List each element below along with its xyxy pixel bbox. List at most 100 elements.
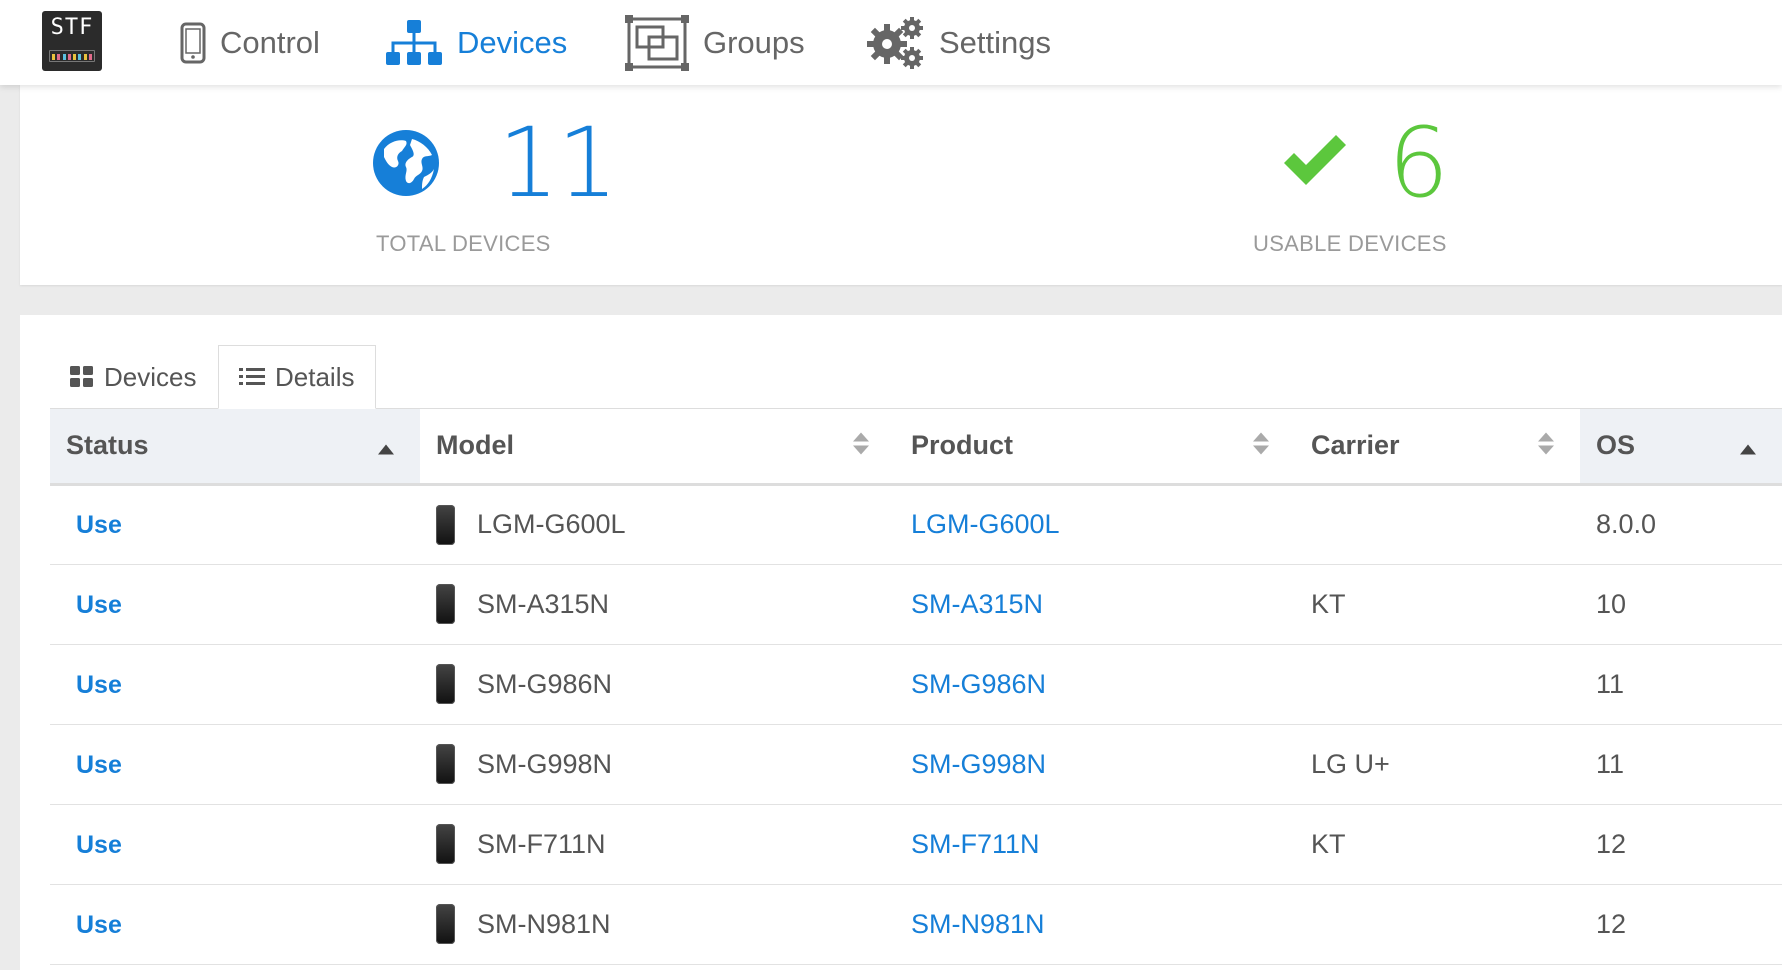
sort-icon bbox=[1253, 430, 1269, 461]
column-header-label: OS bbox=[1596, 430, 1636, 461]
phone-icon bbox=[436, 824, 455, 864]
product-link[interactable]: LGM-G600L bbox=[911, 509, 1060, 539]
tab-details[interactable]: Details bbox=[218, 345, 376, 409]
total-devices-label: TOTAL DEVICES bbox=[376, 231, 551, 256]
table-row: Use SM-G998N SM-G998N LG U+ 11 bbox=[50, 724, 1782, 805]
table-row: Use SM-G986N SM-G986N 11 bbox=[50, 644, 1782, 725]
globe-icon bbox=[372, 129, 440, 202]
product-link[interactable]: SM-F711N bbox=[911, 829, 1040, 859]
model-cell: SM-F711N bbox=[420, 804, 895, 885]
status-cell: Use bbox=[50, 564, 420, 645]
model-name: SM-F711N bbox=[477, 828, 606, 859]
product-cell: SM-G998N bbox=[895, 724, 1295, 805]
sort-asc-icon bbox=[1740, 430, 1756, 461]
status-cell: Use bbox=[50, 644, 420, 725]
model-cell: SM-N981N bbox=[420, 884, 895, 965]
top-navbar: STF Control Devices Groups Settings bbox=[0, 0, 1782, 85]
grid-icon bbox=[70, 366, 94, 388]
column-header-product[interactable]: Product bbox=[895, 409, 1295, 486]
sitemap-icon bbox=[385, 19, 443, 67]
table-row: Use LGM-G600L LGM-G600L 8.0.0 bbox=[50, 484, 1782, 565]
product-cell: SM-N981N bbox=[895, 884, 1295, 965]
phone-icon bbox=[436, 664, 455, 704]
os-cell: 11 bbox=[1580, 644, 1782, 725]
carrier-cell: KT bbox=[1295, 804, 1580, 885]
model-cell: SM-G986N bbox=[420, 644, 895, 725]
list-icon bbox=[239, 367, 265, 387]
column-header-label: Product bbox=[911, 430, 1014, 461]
product-link[interactable]: SM-G986N bbox=[911, 669, 1046, 699]
use-device-button[interactable]: Use bbox=[66, 751, 122, 779]
column-header-label: Carrier bbox=[1311, 430, 1400, 461]
carrier-cell bbox=[1295, 884, 1580, 965]
nav-devices[interactable]: Devices bbox=[385, 0, 567, 85]
device-table: Status Model Product Carrier OS Use LGM-… bbox=[50, 409, 1782, 965]
object-group-icon bbox=[625, 14, 689, 71]
usable-devices-label: USABLE DEVICES bbox=[1253, 231, 1447, 256]
carrier-cell bbox=[1295, 644, 1580, 725]
phone-icon bbox=[436, 904, 455, 944]
total-devices-count: 11 bbox=[498, 107, 618, 219]
table-row: Use SM-A315N SM-A315N KT 10 bbox=[50, 564, 1782, 645]
use-device-button[interactable]: Use bbox=[66, 671, 122, 699]
product-link[interactable]: SM-A315N bbox=[911, 589, 1043, 619]
product-cell: SM-A315N bbox=[895, 564, 1295, 645]
nav-groups-label: Groups bbox=[703, 24, 805, 60]
table-row: Use SM-F711N SM-F711N KT 12 bbox=[50, 804, 1782, 885]
tab-devices[interactable]: Devices bbox=[50, 345, 218, 409]
model-name: LGM-G600L bbox=[477, 509, 626, 539]
os-cell: 8.0.0 bbox=[1580, 484, 1782, 565]
carrier-cell: LG U+ bbox=[1295, 724, 1580, 805]
device-list-panel: Devices Details Status Model Product Car… bbox=[20, 315, 1782, 970]
model-cell: SM-G998N bbox=[420, 724, 895, 805]
use-device-button[interactable]: Use bbox=[66, 831, 122, 859]
model-cell: LGM-G600L bbox=[420, 484, 895, 565]
check-icon bbox=[1280, 133, 1350, 194]
logo-keyboard-icon bbox=[49, 50, 95, 62]
phone-icon bbox=[436, 584, 455, 624]
carrier-cell bbox=[1295, 484, 1580, 565]
model-name: SM-N981N bbox=[477, 908, 611, 939]
use-device-button[interactable]: Use bbox=[66, 511, 122, 539]
product-link[interactable]: SM-N981N bbox=[911, 909, 1045, 939]
status-cell: Use bbox=[50, 884, 420, 965]
model-name: SM-A315N bbox=[477, 588, 610, 619]
use-device-button[interactable]: Use bbox=[66, 911, 122, 939]
status-cell: Use bbox=[50, 724, 420, 805]
nav-settings[interactable]: Settings bbox=[865, 0, 1051, 85]
product-link[interactable]: SM-G998N bbox=[911, 749, 1046, 779]
os-cell: 11 bbox=[1580, 724, 1782, 805]
use-device-button[interactable]: Use bbox=[66, 591, 122, 619]
tab-devices-label: Devices bbox=[104, 361, 197, 392]
mobile-icon bbox=[180, 22, 206, 64]
device-stats-panel: 11 TOTAL DEVICES 6 USABLE DEVICES bbox=[20, 85, 1782, 285]
gears-icon bbox=[865, 16, 925, 70]
carrier-cell: KT bbox=[1295, 564, 1580, 645]
phone-icon bbox=[436, 504, 455, 545]
column-header-label: Status bbox=[66, 430, 149, 461]
status-cell: Use bbox=[50, 804, 420, 885]
column-header-model[interactable]: Model bbox=[420, 409, 895, 486]
column-header-status[interactable]: Status bbox=[50, 409, 420, 486]
os-cell: 12 bbox=[1580, 884, 1782, 965]
column-header-label: Model bbox=[436, 430, 514, 461]
os-cell: 10 bbox=[1580, 564, 1782, 645]
sort-icon bbox=[853, 430, 869, 461]
model-name: SM-G986N bbox=[477, 668, 613, 699]
tab-details-label: Details bbox=[275, 361, 355, 392]
model-cell: SM-A315N bbox=[420, 564, 895, 645]
column-header-os[interactable]: OS bbox=[1580, 409, 1782, 486]
table-row: Use SM-N981N SM-N981N 12 bbox=[50, 884, 1782, 965]
column-header-carrier[interactable]: Carrier bbox=[1295, 409, 1580, 486]
product-cell: LGM-G600L bbox=[895, 484, 1295, 565]
product-cell: SM-F711N bbox=[895, 804, 1295, 885]
nav-groups[interactable]: Groups bbox=[625, 0, 805, 85]
product-cell: SM-G986N bbox=[895, 644, 1295, 725]
phone-icon bbox=[436, 744, 455, 784]
sort-asc-icon bbox=[378, 430, 394, 461]
nav-settings-label: Settings bbox=[939, 24, 1052, 60]
stf-logo[interactable]: STF bbox=[42, 11, 102, 71]
nav-control-label: Control bbox=[220, 24, 320, 60]
status-cell: Use bbox=[50, 484, 420, 565]
nav-control[interactable]: Control bbox=[180, 0, 320, 85]
